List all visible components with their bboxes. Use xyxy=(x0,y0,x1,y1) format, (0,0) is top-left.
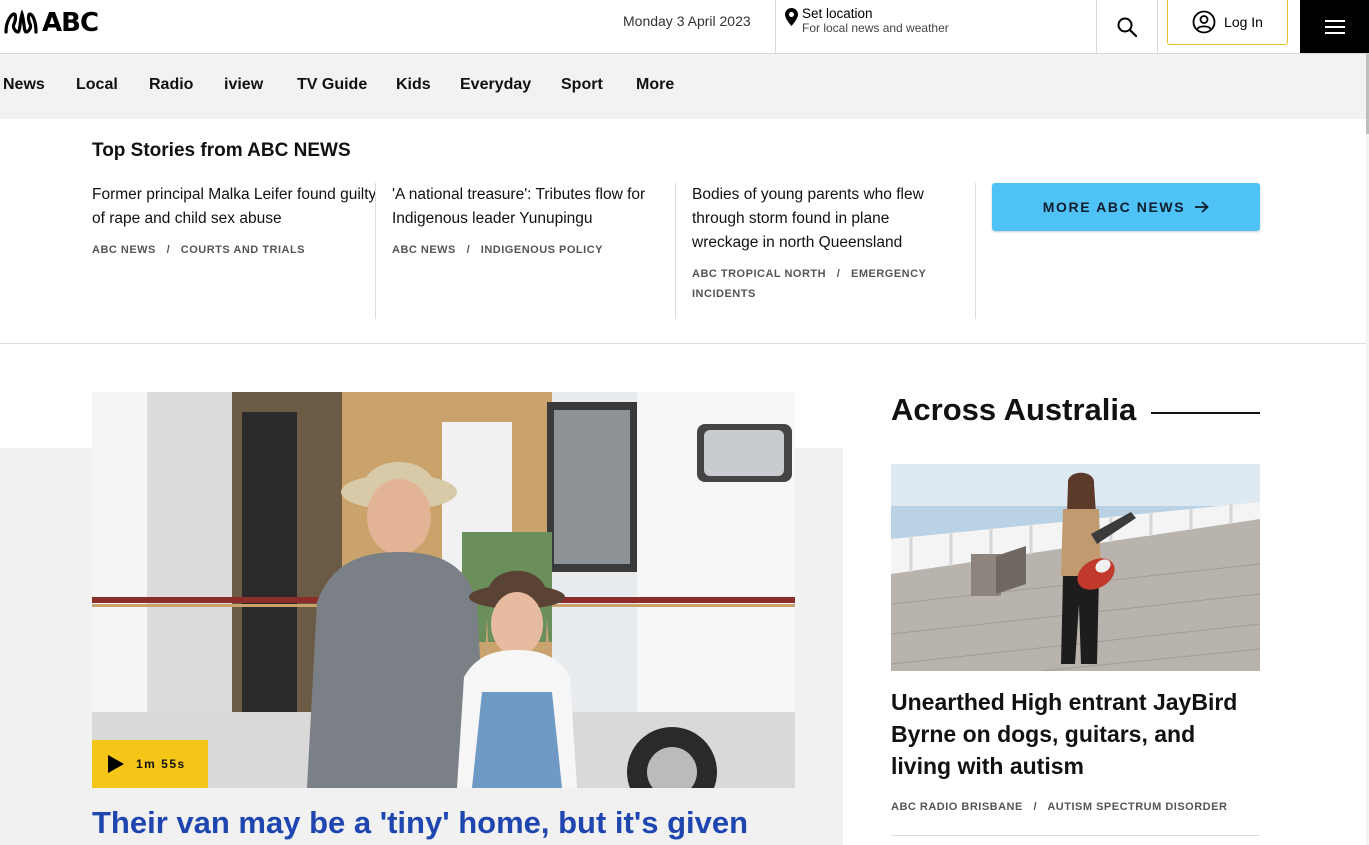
video-play-badge[interactable]: 1m 55s xyxy=(92,740,208,788)
video-duration: 1m 55s xyxy=(136,757,186,771)
section-divider xyxy=(0,343,1366,344)
set-location-button[interactable]: Set location For local news and weather xyxy=(785,6,949,35)
login-button[interactable]: Log In xyxy=(1167,0,1288,45)
top-story-card[interactable]: Bodies of young parents who flew through… xyxy=(692,183,957,319)
abc-logo[interactable]: ABC xyxy=(4,8,99,38)
hamburger-menu-icon xyxy=(1324,19,1345,34)
nav-item-radio[interactable]: Radio xyxy=(149,76,193,94)
heading-rule xyxy=(1151,412,1260,414)
story-meta: ABC TROPICAL NORTH / EMERGENCY INCIDENTS xyxy=(692,264,957,304)
search-button[interactable] xyxy=(1097,0,1157,53)
across-australia-heading: Across Australia xyxy=(891,392,1137,427)
top-story-card[interactable]: 'A national treasure': Tributes flow for… xyxy=(392,183,662,319)
top-story-card[interactable]: Former principal Malka Leifer found guil… xyxy=(92,183,377,319)
story-topic[interactable]: INDIGENOUS POLICY xyxy=(481,244,603,256)
story-source[interactable]: ABC TROPICAL NORTH xyxy=(692,268,826,280)
play-icon xyxy=(108,755,124,773)
header-divider xyxy=(1157,0,1158,53)
lead-story-headline[interactable]: Their van may be a 'tiny' home, but it's… xyxy=(92,803,812,845)
search-icon xyxy=(1117,17,1137,37)
current-date: Monday 3 April 2023 xyxy=(623,13,751,29)
main-nav: News Local Radio iview TV Guide Kids Eve… xyxy=(0,54,1366,119)
story-topic[interactable]: AUTISM SPECTRUM DISORDER xyxy=(1047,801,1227,813)
story-divider xyxy=(891,835,1260,836)
story-divider xyxy=(975,183,976,319)
nav-item-iview[interactable]: iview xyxy=(224,76,263,94)
abc-logo-icon xyxy=(4,10,38,34)
user-account-icon xyxy=(1192,10,1216,34)
lead-story-image[interactable] xyxy=(92,392,795,788)
nav-item-kids[interactable]: Kids xyxy=(396,76,431,94)
logo-text: ABC xyxy=(42,8,99,38)
story-headline[interactable]: 'A national treasure': Tributes flow for… xyxy=(392,183,662,231)
story-headline[interactable]: Bodies of young parents who flew through… xyxy=(692,183,957,255)
story-source[interactable]: ABC NEWS xyxy=(92,244,156,256)
header-divider xyxy=(775,0,776,53)
more-abc-news-label: MORE ABC NEWS xyxy=(1042,199,1186,215)
nav-item-tv-guide[interactable]: TV Guide xyxy=(297,76,367,94)
top-stories-heading: Top Stories from ABC NEWS xyxy=(92,140,351,161)
top-header: ABC Monday 3 April 2023 Set location For… xyxy=(0,0,1369,54)
across-australia-headline[interactable]: Unearthed High entrant JayBird Byrne on … xyxy=(891,686,1261,782)
story-divider xyxy=(375,183,376,319)
nav-item-everyday[interactable]: Everyday xyxy=(460,76,531,94)
story-source[interactable]: ABC RADIO BRISBANE xyxy=(891,801,1023,813)
caravan-couple-photo xyxy=(92,392,795,788)
login-label: Log In xyxy=(1224,14,1263,30)
story-meta: ABC NEWS / INDIGENOUS POLICY xyxy=(392,240,662,260)
location-pin-icon xyxy=(785,8,798,26)
meta-separator: / xyxy=(1026,801,1045,813)
arrow-right-icon xyxy=(1195,201,1210,213)
nav-item-local[interactable]: Local xyxy=(76,76,118,94)
nav-item-sport[interactable]: Sport xyxy=(561,76,603,94)
story-topic[interactable]: COURTS AND TRIALS xyxy=(181,244,305,256)
guitarist-pier-photo xyxy=(891,464,1260,671)
nav-item-news[interactable]: News xyxy=(3,76,45,94)
story-headline[interactable]: Former principal Malka Leifer found guil… xyxy=(92,183,377,231)
story-divider xyxy=(675,183,676,319)
nav-item-more[interactable]: More xyxy=(636,76,674,94)
main-menu-button[interactable] xyxy=(1300,0,1369,53)
location-subtitle: For local news and weather xyxy=(802,21,949,35)
more-abc-news-button[interactable]: MORE ABC NEWS xyxy=(992,183,1260,231)
meta-separator: / xyxy=(829,268,848,280)
story-meta: ABC NEWS / COURTS AND TRIALS xyxy=(92,240,377,260)
story-source[interactable]: ABC NEWS xyxy=(392,244,456,256)
location-title: Set location xyxy=(802,6,873,21)
across-australia-meta: ABC RADIO BRISBANE / AUTISM SPECTRUM DIS… xyxy=(891,801,1227,813)
across-australia-image[interactable] xyxy=(891,464,1260,671)
meta-separator: / xyxy=(459,244,478,256)
meta-separator: / xyxy=(159,244,178,256)
